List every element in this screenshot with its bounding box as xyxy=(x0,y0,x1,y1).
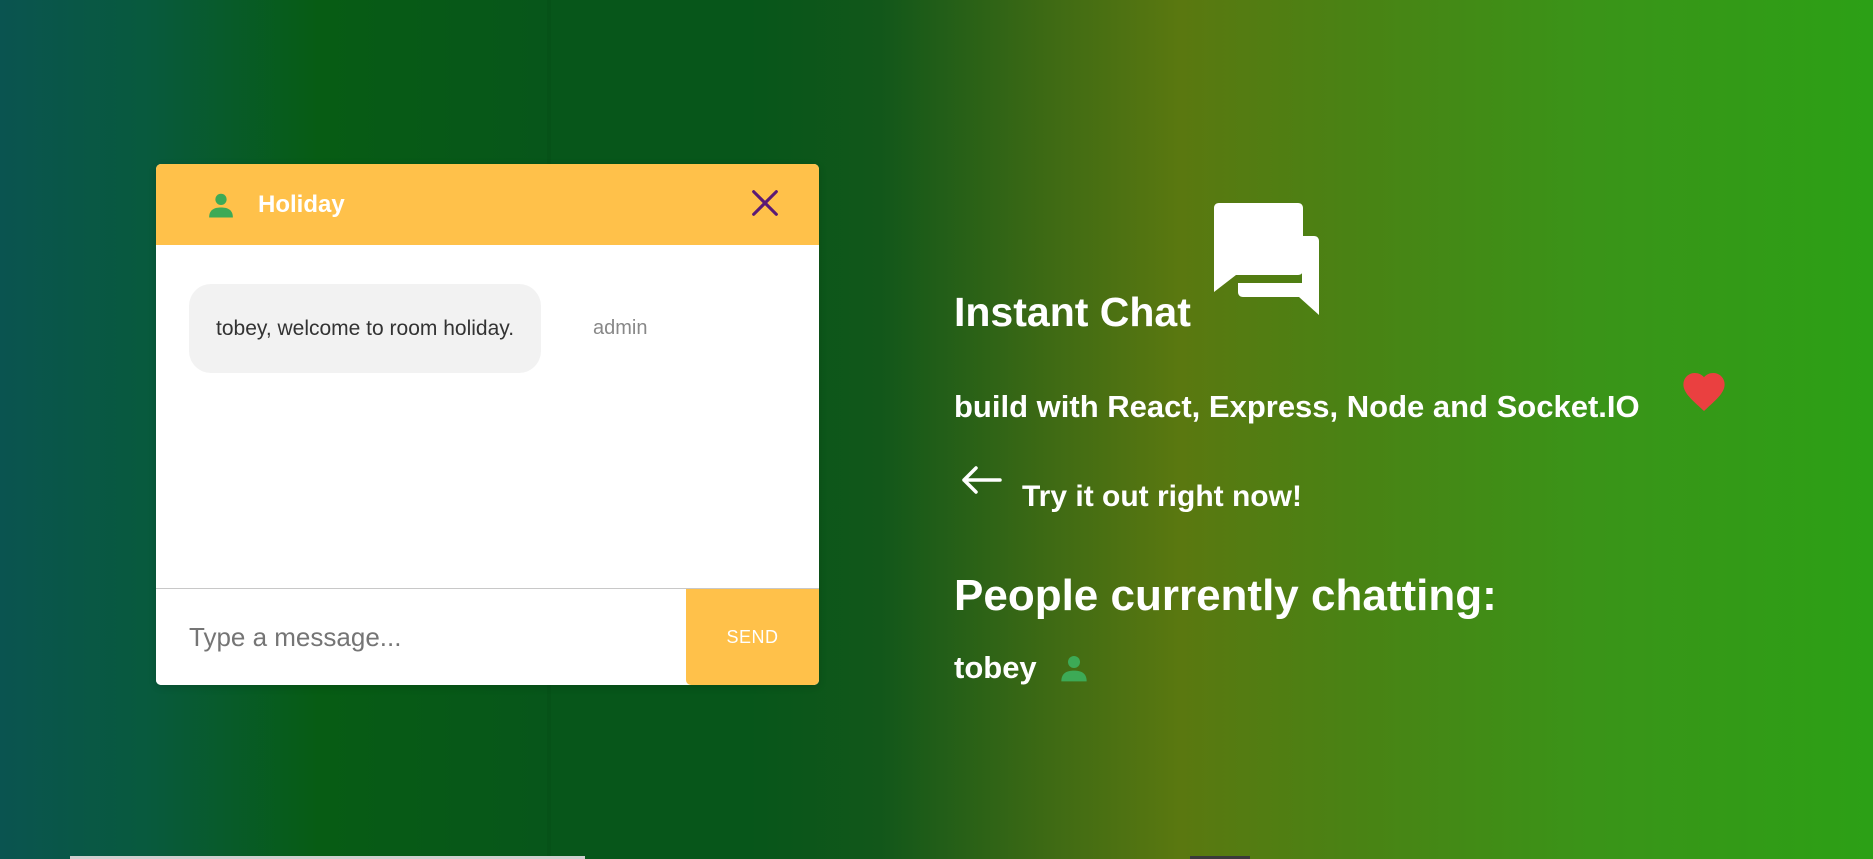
chat-header: Holiday xyxy=(156,164,819,245)
chat-window: Holiday tobey, welcome to room holiday. … xyxy=(156,164,819,685)
person-icon xyxy=(209,193,233,218)
chat-bubbles-icon xyxy=(1214,203,1319,315)
room-name: Holiday xyxy=(258,191,345,218)
call-to-action: Try it out right now! xyxy=(1022,480,1302,513)
person-name: tobey xyxy=(954,650,1037,685)
close-icon[interactable] xyxy=(748,186,782,220)
people-heading: People currently chatting: xyxy=(954,571,1497,620)
heart-icon xyxy=(1683,373,1725,411)
app-title: Instant Chat xyxy=(954,289,1191,335)
message-input[interactable] xyxy=(156,589,686,685)
message-sender: admin xyxy=(593,317,648,339)
send-button[interactable]: SEND xyxy=(686,589,819,685)
person-icon xyxy=(1061,656,1087,682)
message-bubble: tobey, welcome to room holiday. xyxy=(189,284,542,373)
message-list: tobey, welcome to room holiday. admin xyxy=(156,245,819,588)
arrow-left-icon xyxy=(962,466,1002,494)
message-composer: SEND xyxy=(156,588,819,685)
app-subtitle: build with React, Express, Node and Sock… xyxy=(954,389,1640,424)
